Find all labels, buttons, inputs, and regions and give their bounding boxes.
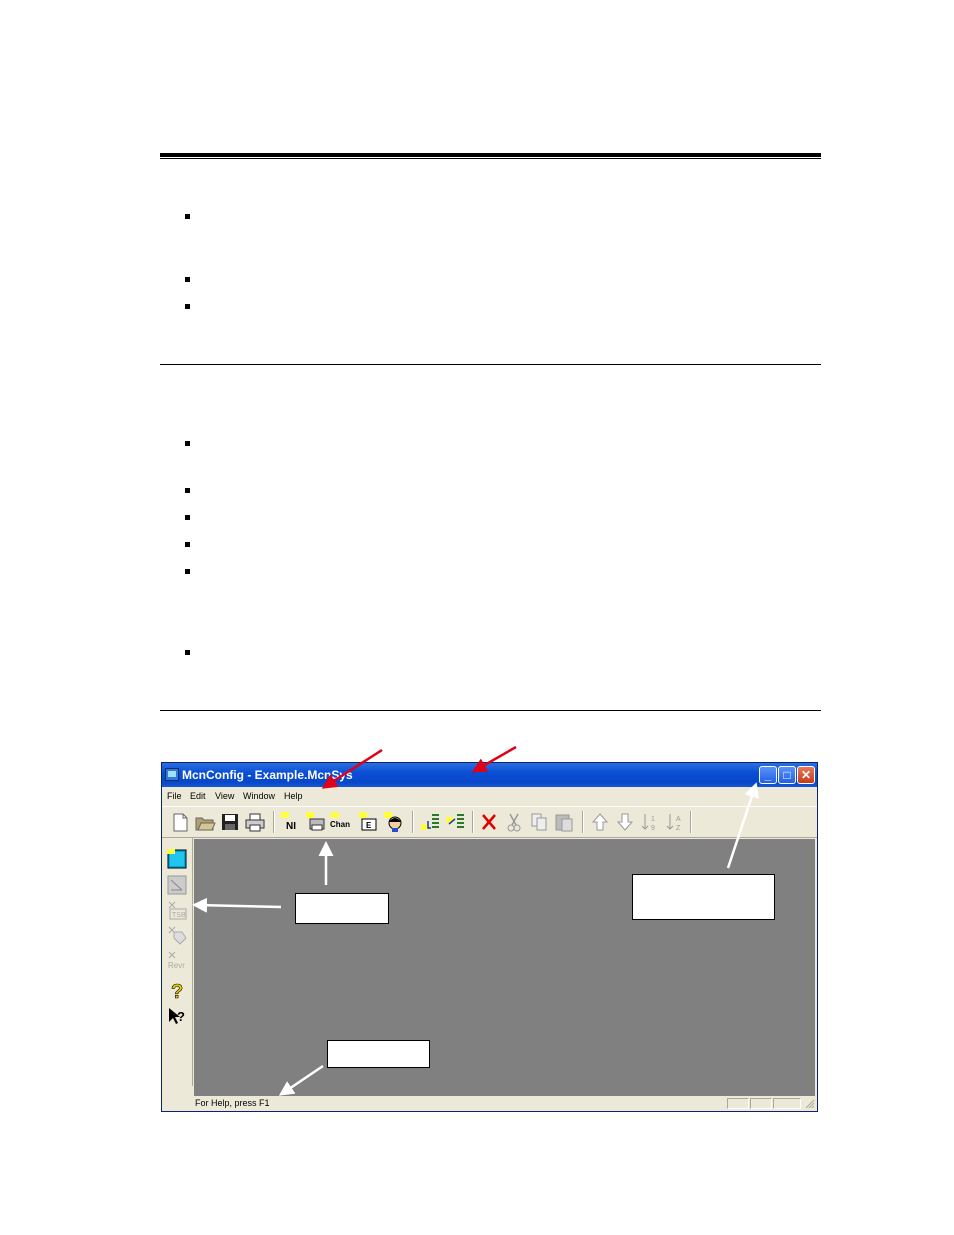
red-arrow-menubar xyxy=(321,748,383,789)
white-arrow-left-toolbar xyxy=(192,897,282,913)
white-arrow-window-controls xyxy=(726,782,759,869)
red-arrow-titlebar xyxy=(471,745,517,773)
annotation-arrows xyxy=(192,745,759,1096)
white-arrow-status-bar xyxy=(278,1064,324,1096)
